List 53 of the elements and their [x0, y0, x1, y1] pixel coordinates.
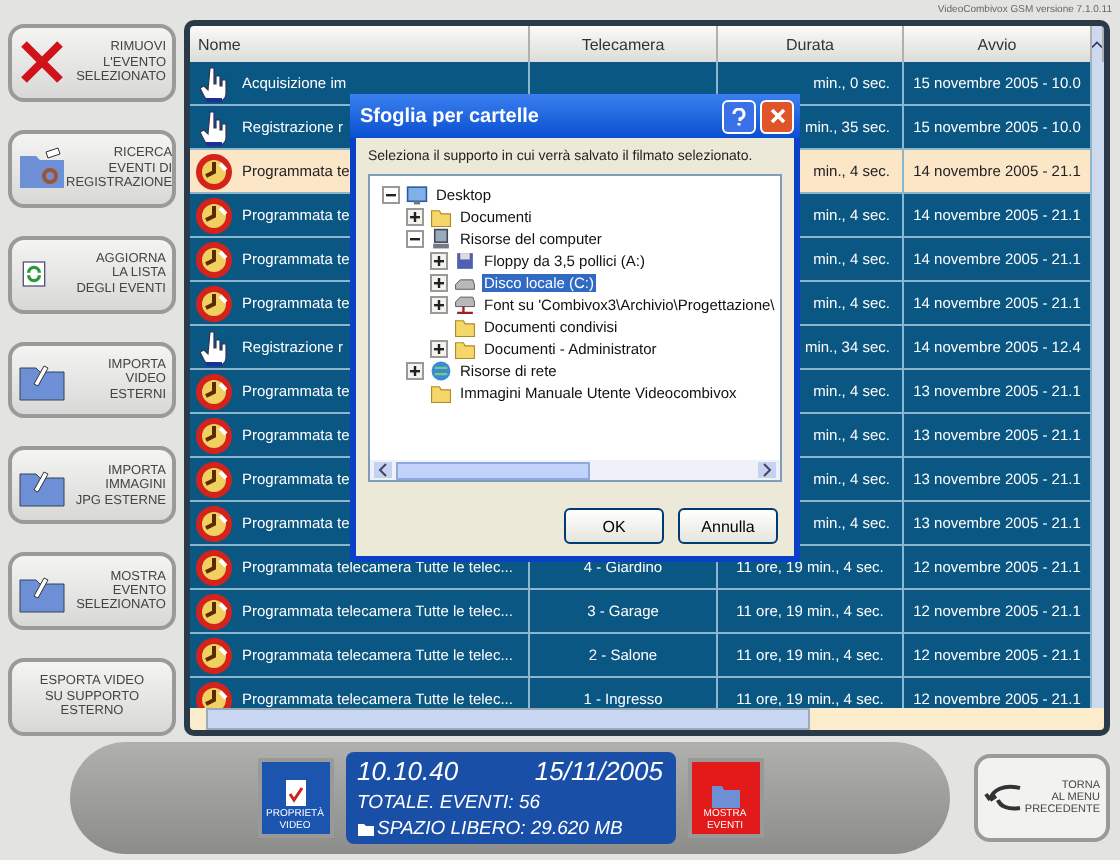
back-arrow-icon — [984, 782, 1024, 814]
column-header[interactable]: Durata — [718, 26, 904, 62]
clock-icon — [194, 151, 234, 191]
folder-icon — [430, 382, 452, 404]
folder-search-icon — [18, 144, 66, 193]
help-icon — [732, 107, 746, 125]
expand-toggle[interactable] — [430, 340, 448, 358]
network-icon — [430, 360, 452, 382]
current-date: 15/11/2005 — [534, 756, 663, 786]
clock-icon — [194, 503, 234, 543]
close-icon — [769, 108, 785, 124]
clock-icon — [194, 459, 234, 499]
desktop-icon — [406, 184, 428, 206]
column-header[interactable]: Avvio — [904, 26, 1092, 62]
floppy-icon — [454, 250, 476, 272]
clock-icon — [194, 283, 234, 323]
folder-icon — [430, 206, 452, 228]
clock-icon — [194, 591, 234, 631]
column-header[interactable]: Telecamera — [530, 26, 718, 62]
refresh-icon — [18, 258, 50, 291]
computer-icon — [430, 228, 452, 250]
expand-toggle[interactable] — [406, 362, 424, 380]
clock-icon — [194, 239, 234, 279]
cross-icon — [18, 38, 66, 87]
scroll-up-icon[interactable] — [1092, 38, 1102, 50]
column-header[interactable]: Nome — [190, 26, 530, 62]
expand-toggle[interactable] — [430, 296, 448, 314]
expand-toggle[interactable] — [430, 252, 448, 270]
dialog-button[interactable]: Annulla — [678, 508, 778, 544]
folder-icon — [454, 316, 476, 338]
scroll-left-icon[interactable] — [374, 462, 392, 478]
clock-icon — [194, 635, 234, 675]
vertical-scrollbar[interactable] — [1092, 62, 1104, 708]
clock-icon — [194, 195, 234, 235]
clock-icon — [194, 547, 234, 587]
clock-time: 10.10.40 — [357, 756, 459, 786]
clock-icon — [194, 371, 234, 411]
help-button[interactable] — [722, 99, 756, 133]
folder-icon — [357, 822, 373, 836]
free-space: SPAZIO LIBERO: 29.620 MB — [377, 818, 623, 840]
dialog-title: Sfoglia per cartelle — [360, 105, 539, 127]
tree-scrollbar[interactable] — [370, 460, 780, 480]
horizontal-scrollbar[interactable] — [190, 708, 1104, 730]
folder-icon — [454, 338, 476, 360]
collapse-toggle[interactable] — [406, 230, 424, 248]
expand-toggle[interactable] — [430, 274, 448, 292]
scroll-right-icon[interactable] — [758, 462, 776, 478]
close-button[interactable] — [760, 99, 794, 133]
expand-toggle[interactable] — [406, 208, 424, 226]
collapse-toggle[interactable] — [382, 186, 400, 204]
clock-icon — [194, 415, 234, 455]
events-total: TOTALE. EVENTI: 56 — [357, 791, 541, 813]
dialog-button[interactable]: OK — [564, 508, 664, 544]
